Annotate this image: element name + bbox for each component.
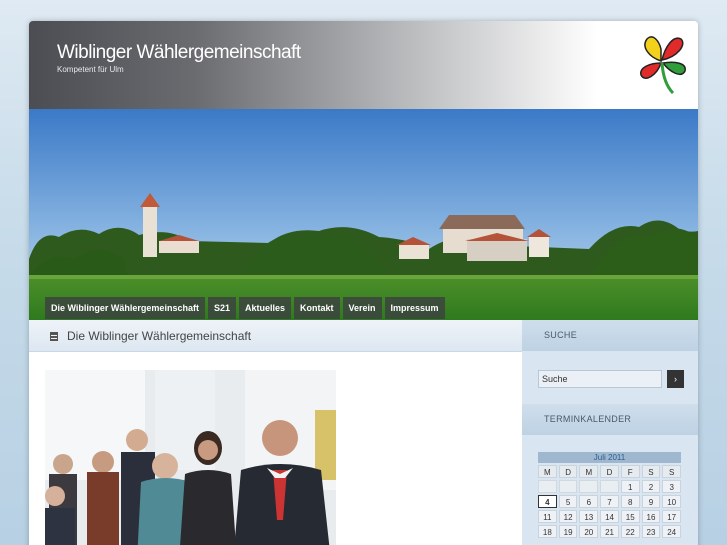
calendar-day[interactable]: 12 — [558, 510, 578, 523]
calendar-day[interactable]: 14 — [600, 510, 619, 523]
header-banner-image — [29, 109, 698, 320]
calendar-day[interactable]: 22 — [620, 525, 640, 538]
calendar-month[interactable]: Juli 2011 — [538, 452, 681, 463]
calendar-day[interactable]: 4 — [538, 495, 557, 508]
calendar-week: 18 19 20 21 22 23 24 — [538, 525, 682, 538]
sidebar: SUCHE › TERMINKALENDER Juli 2011 M D M D… — [522, 320, 698, 545]
site-tagline: Kompetent für Ulm — [57, 65, 124, 74]
calendar-day[interactable]: 9 — [641, 495, 661, 508]
calendar-day[interactable]: 8 — [620, 495, 640, 508]
four-leaf-clover-logo[interactable] — [635, 27, 689, 97]
weekday-label: F — [620, 465, 640, 478]
calendar-day[interactable]: 15 — [620, 510, 640, 523]
search-input[interactable] — [538, 370, 662, 388]
page-title: Die Wiblinger Wählergemeinschaft — [67, 329, 252, 343]
calendar-day[interactable]: 16 — [641, 510, 661, 523]
calendar-day[interactable]: 2 — [641, 480, 661, 493]
calendar-empty-cell — [558, 480, 578, 493]
calendar-day[interactable]: 7 — [600, 495, 619, 508]
calendar-day[interactable]: 23 — [641, 525, 661, 538]
nav-item-impressum[interactable]: Impressum — [384, 297, 445, 319]
calendar-week: 4 5 6 7 8 9 10 — [538, 495, 682, 508]
group-photo — [45, 370, 336, 545]
main-navigation: Die Wiblinger Wählergemeinschaft S21 Akt… — [45, 297, 445, 319]
calendar-day[interactable]: 19 — [558, 525, 578, 538]
calendar-day[interactable]: 24 — [662, 525, 682, 538]
calendar-day[interactable]: 3 — [662, 480, 682, 493]
weekday-label: M — [538, 465, 557, 478]
search-heading: SUCHE — [522, 320, 698, 351]
site-header: Wiblinger Wählergemeinschaft Kompetent f… — [29, 21, 698, 109]
calendar-week: 11 12 13 14 15 16 17 — [538, 510, 682, 523]
weekday-label: S — [662, 465, 682, 478]
weekday-label: D — [600, 465, 619, 478]
weekday-label: M — [579, 465, 599, 478]
nav-item-s21[interactable]: S21 — [207, 297, 236, 319]
calendar-heading: TERMINKALENDER — [522, 404, 698, 435]
calendar-empty-cell — [579, 480, 599, 493]
calendar-day[interactable]: 10 — [662, 495, 682, 508]
calendar-day[interactable]: 20 — [579, 525, 599, 538]
document-icon — [50, 332, 58, 341]
calendar-day[interactable]: 5 — [558, 495, 578, 508]
page: Wiblinger Wählergemeinschaft Kompetent f… — [29, 21, 698, 545]
calendar-week: 123 — [538, 480, 682, 493]
calendar-weekdays: M D M D F S S — [538, 465, 682, 478]
calendar-day[interactable]: 21 — [600, 525, 619, 538]
calendar-day[interactable]: 1 — [620, 480, 640, 493]
nav-item-kontakt[interactable]: Kontakt — [294, 297, 340, 319]
calendar-day[interactable]: 17 — [662, 510, 682, 523]
weekday-label: S — [641, 465, 661, 478]
nav-item-aktuelles[interactable]: Aktuelles — [238, 297, 291, 319]
calendar-day[interactable]: 18 — [538, 525, 557, 538]
content-heading-bar: Die Wiblinger Wählergemeinschaft — [29, 320, 522, 352]
search-button[interactable]: › — [667, 370, 684, 388]
event-calendar: Juli 2011 M D M D F S S 1 2 3 4 5 6 7 8 9 10 11 12 1… — [538, 452, 682, 540]
calendar-day[interactable]: 13 — [579, 510, 599, 523]
site-title[interactable]: Wiblinger Wählergemeinschaft — [57, 42, 301, 64]
calendar-empty-cell — [600, 480, 619, 493]
calendar-day[interactable]: 11 — [538, 510, 557, 523]
nav-item-verein[interactable]: Verein — [342, 297, 382, 319]
nav-item-home[interactable]: Die Wiblinger Wählergemeinschaft — [45, 297, 205, 319]
weekday-label: D — [558, 465, 578, 478]
calendar-empty-cell — [538, 480, 557, 493]
calendar-day[interactable]: 6 — [579, 495, 599, 508]
calendar-days: 1 2 3 4 5 6 7 8 9 10 11 12 13 14 15 16 17 18 19 20 21 22 23 24 — [538, 480, 682, 538]
